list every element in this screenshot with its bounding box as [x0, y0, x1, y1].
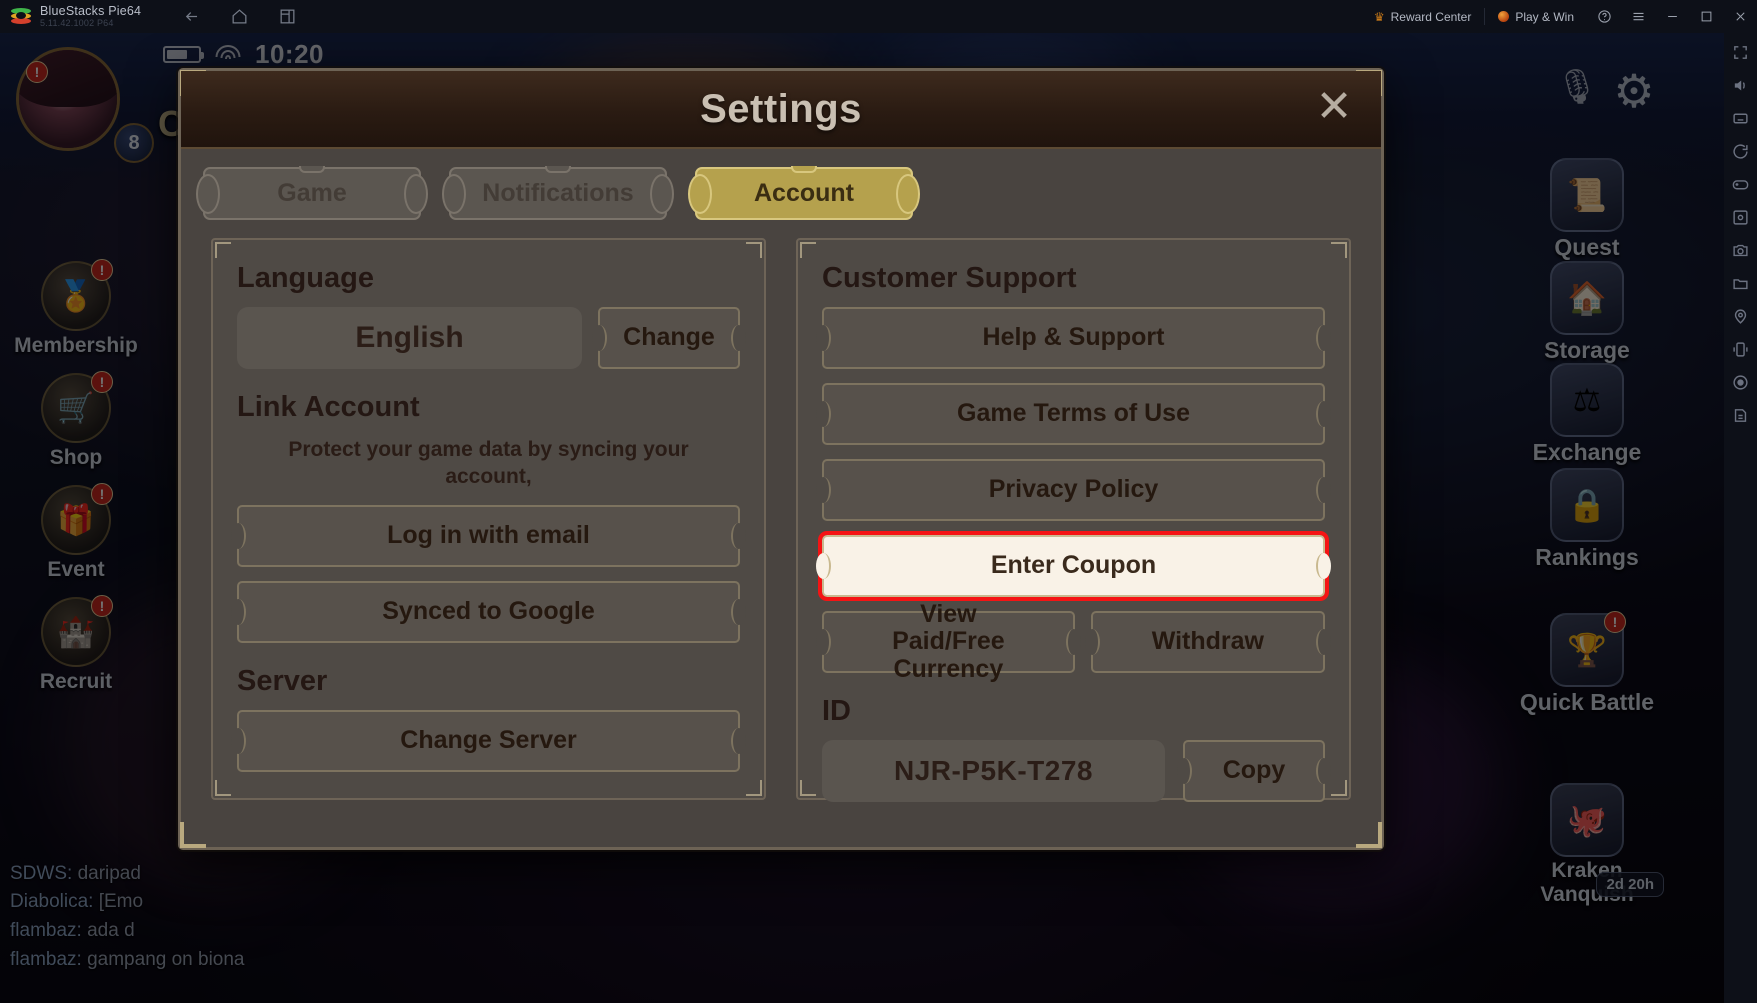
change-language-button[interactable]: Change [592, 307, 746, 369]
link-account-description: Protect your game data by syncing your a… [288, 438, 689, 489]
tab-game[interactable]: Game [203, 166, 421, 220]
tab-account-label: Account [754, 179, 854, 207]
rotate-icon[interactable] [1729, 140, 1752, 163]
id-row: NJR-P5K-T278 Copy [822, 740, 1331, 802]
synced-to-google-label: Synced to Google [382, 596, 595, 625]
currency-buttons-row: View Paid/Free Currency Withdraw [816, 600, 1331, 682]
game-terms-of-use-button[interactable]: Game Terms of Use [816, 383, 1331, 445]
menu-icon[interactable] [1621, 0, 1655, 33]
change-server-button[interactable]: Change Server [231, 709, 746, 772]
view-paid-free-currency-button[interactable]: View Paid/Free Currency [816, 600, 1081, 682]
id-heading: ID [822, 695, 851, 727]
log-in-with-email-label: Log in with email [387, 520, 590, 549]
enter-coupon-button[interactable]: Enter Coupon [816, 531, 1331, 601]
tab-notifications-label: Notifications [482, 179, 634, 207]
multi-instance-icon[interactable] [278, 7, 297, 26]
game-terms-of-use-label: Game Terms of Use [957, 399, 1190, 428]
app-identity: BlueStacks Pie64 5.11.42.1002 P64 [40, 3, 142, 29]
screenshot-icon[interactable] [1729, 206, 1752, 229]
corner-ornament-bottom-right [1356, 822, 1382, 848]
tab-bar: Game Notifications Account [181, 149, 1381, 232]
settings-panels: Language English Change Link Account Pro… [181, 232, 1381, 802]
help-and-support-label: Help & Support [982, 323, 1165, 352]
language-heading: Language [237, 262, 374, 294]
reward-center-label: Reward Center [1390, 9, 1472, 24]
withdraw-label: Withdraw [1151, 627, 1264, 656]
view-paid-free-currency-label: View Paid/Free Currency [892, 599, 1005, 683]
corner-ornament-bottom-left [180, 822, 206, 848]
copy-id-button[interactable]: Copy [1177, 740, 1331, 802]
help-and-support-button[interactable]: Help & Support [816, 307, 1331, 369]
settings-dialog: Settings ✕ Game Notifications Account La… [178, 68, 1384, 850]
synced-to-google-button[interactable]: Synced to Google [231, 580, 746, 643]
link-account-buttons: Log in with email Synced to Google [231, 504, 746, 643]
play-and-win-button[interactable]: Play & Win [1485, 0, 1587, 33]
coin-icon [1498, 11, 1510, 22]
right-settings-panel: Customer Support Help & Support Game Ter… [796, 238, 1351, 802]
copy-id-label: Copy [1222, 756, 1286, 785]
gamepad-icon[interactable] [1729, 173, 1752, 196]
change-server-label: Change Server [400, 725, 577, 754]
camera-icon[interactable] [1729, 239, 1752, 262]
id-value: NJR-P5K-T278 [822, 740, 1165, 802]
withdraw-button[interactable]: Withdraw [1084, 611, 1331, 673]
dialog-header: Settings ✕ [181, 71, 1381, 149]
titlebar-nav-group [182, 7, 297, 26]
app-name-label: BlueStacks Pie64 [40, 3, 142, 18]
maximize-button[interactable] [1689, 0, 1723, 33]
bluestacks-tool-sidebar [1724, 33, 1757, 1003]
privacy-policy-button[interactable]: Privacy Policy [816, 459, 1331, 521]
reward-center-button[interactable]: ♛ Reward Center [1361, 0, 1484, 33]
back-icon[interactable] [182, 7, 201, 26]
media-manager-icon[interactable] [1729, 272, 1752, 295]
bluestacks-title-bar: BlueStacks Pie64 5.11.42.1002 P64 ♛ Rewa… [0, 0, 1757, 33]
language-value: English [237, 307, 582, 369]
left-settings-panel: Language English Change Link Account Pro… [211, 238, 766, 800]
change-language-label: Change [623, 323, 715, 352]
record-icon[interactable] [1729, 371, 1752, 394]
server-heading: Server [237, 664, 328, 697]
enter-coupon-label: Enter Coupon [990, 551, 1157, 580]
customer-support-heading: Customer Support [822, 262, 1077, 294]
link-account-heading: Link Account [237, 391, 420, 423]
close-icon[interactable]: ✕ [1311, 85, 1357, 132]
titlebar-right-group: ♛ Reward Center Play & Win [1361, 0, 1757, 33]
volume-icon[interactable] [1729, 74, 1752, 97]
page-title: Settings [700, 86, 862, 131]
home-icon[interactable] [230, 7, 249, 26]
help-icon[interactable] [1587, 0, 1621, 33]
shake-icon[interactable] [1729, 338, 1752, 361]
tab-game-label: Game [277, 179, 347, 207]
fullscreen-icon[interactable] [1729, 41, 1752, 64]
tab-notifications[interactable]: Notifications [449, 166, 667, 220]
macro-icon[interactable] [1729, 404, 1752, 427]
crown-icon: ♛ [1373, 9, 1385, 24]
minimize-button[interactable] [1655, 0, 1689, 33]
app-version-label: 5.11.42.1002 P64 [40, 17, 114, 28]
play-and-win-label: Play & Win [1515, 9, 1574, 24]
close-button[interactable] [1723, 0, 1757, 33]
customer-support-buttons: Help & Support Game Terms of Use Privacy… [816, 307, 1331, 682]
language-row: English Change [237, 307, 746, 369]
location-icon[interactable] [1729, 305, 1752, 328]
tab-account[interactable]: Account [695, 166, 913, 220]
bluestacks-logo-icon [11, 7, 31, 26]
privacy-policy-label: Privacy Policy [988, 475, 1159, 504]
log-in-with-email-button[interactable]: Log in with email [231, 504, 746, 567]
keymapping-icon[interactable] [1729, 107, 1752, 130]
